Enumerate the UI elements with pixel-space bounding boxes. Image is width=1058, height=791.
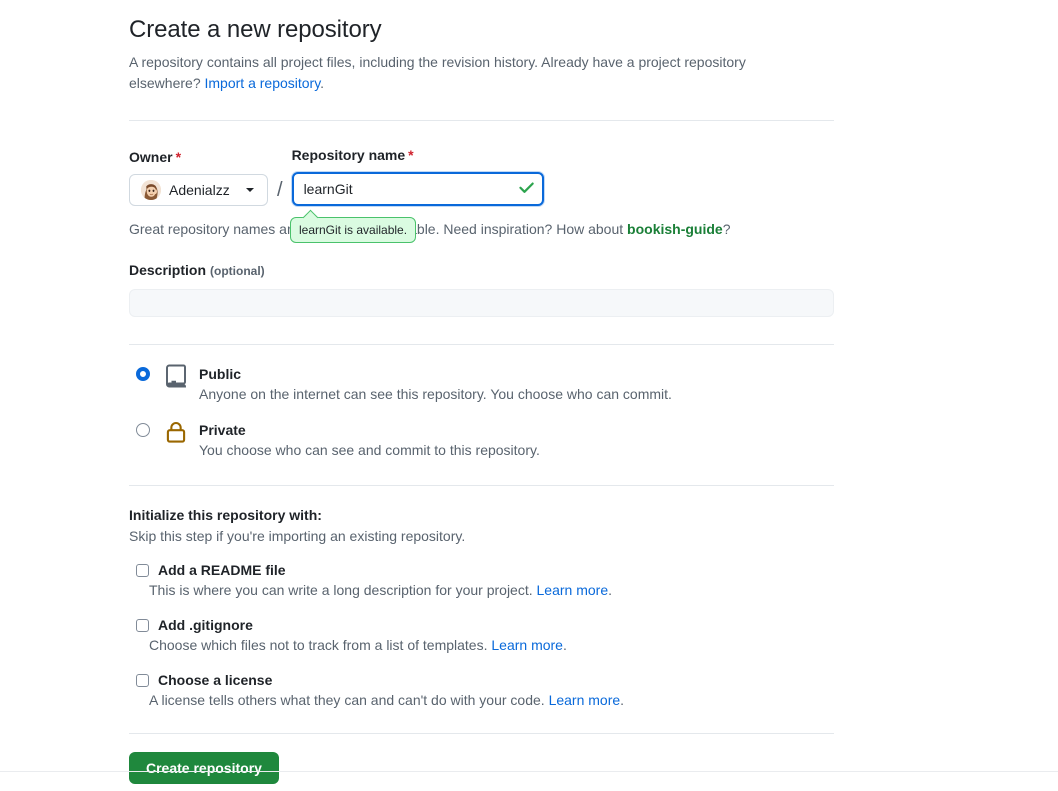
suggested-name-link[interactable]: bookish-guide — [627, 221, 723, 237]
lock-icon — [164, 420, 188, 449]
footer-divider — [0, 771, 1058, 772]
readme-description: This is where you can write a long descr… — [149, 580, 835, 601]
description-field-group: Description (optional) — [129, 262, 835, 317]
initialize-group: Initialize this repository with: Skip th… — [129, 505, 835, 711]
repository-name-hint-suffix: ? — [722, 221, 731, 237]
initialize-title: Initialize this repository with: — [129, 507, 322, 523]
repository-name-field-group: Repository name * — [291, 147, 544, 206]
owner-required-asterisk: * — [175, 149, 182, 165]
visibility-private-text: Private You choose who can see and commi… — [199, 420, 540, 461]
page-subtitle: A repository contains all project files,… — [129, 52, 789, 94]
license-description-period: . — [620, 692, 625, 708]
import-repository-link[interactable]: Import a repository — [205, 75, 321, 91]
owner-name-separator: / — [277, 179, 283, 201]
visibility-option-public[interactable]: Public Anyone on the internet can see th… — [129, 364, 835, 405]
readme-description-text: This is where you can write a long descr… — [149, 582, 537, 598]
avatar — [141, 180, 161, 200]
divider-visibility — [129, 485, 834, 486]
initialize-subtitle: Skip this step if you're importing an ex… — [129, 528, 466, 544]
gitignore-label: Add .gitignore — [158, 617, 253, 633]
owner-label-text: Owner — [129, 149, 173, 165]
availability-tooltip: learnGit is available. — [290, 217, 417, 243]
gitignore-learn-more-link[interactable]: Learn more — [491, 637, 563, 653]
readme-learn-more-link[interactable]: Learn more — [537, 582, 609, 598]
visibility-public-title: Public — [199, 366, 242, 382]
owner-name-label: Adenialzz — [169, 182, 230, 198]
page-subtitle-period: . — [320, 75, 325, 91]
owner-select-button[interactable]: Adenialzz — [129, 174, 268, 206]
visibility-option-private[interactable]: Private You choose who can see and commi… — [129, 420, 835, 461]
visibility-public-text: Public Anyone on the internet can see th… — [199, 364, 672, 405]
license-label: Choose a license — [158, 672, 273, 688]
radio-public[interactable] — [136, 367, 150, 381]
repository-name-input-wrap — [291, 172, 544, 206]
initialize-item-license[interactable]: Choose a license A license tells others … — [129, 671, 835, 711]
repository-name-input[interactable] — [291, 172, 544, 206]
divider-description — [129, 344, 834, 345]
gitignore-description: Choose which files not to track from a l… — [149, 635, 835, 656]
divider-initialize — [129, 733, 834, 734]
license-description-text: A license tells others what they can and… — [149, 692, 549, 708]
checkbox-choose-license[interactable] — [136, 673, 149, 687]
license-learn-more-link[interactable]: Learn more — [549, 692, 621, 708]
readme-checkbox-row[interactable]: Add a README file — [129, 561, 835, 579]
description-input[interactable] — [129, 289, 834, 317]
divider-header — [129, 120, 834, 121]
initialize-item-gitignore[interactable]: Add .gitignore Choose which files not to… — [129, 616, 835, 656]
create-repository-form: Create a new repository A repository con… — [129, 14, 835, 784]
page-title: Create a new repository — [129, 16, 382, 43]
visibility-private-title: Private — [199, 422, 246, 438]
owner-and-name-row: Owner * Adenialzz / Repository name * le… — [129, 147, 835, 206]
chevron-down-icon — [246, 188, 254, 192]
visibility-private-desc: You choose who can see and commit to thi… — [199, 442, 540, 458]
create-repository-page: Create a new repository A repository con… — [0, 0, 1058, 791]
license-description: A license tells others what they can and… — [149, 690, 835, 711]
readme-description-period: . — [608, 582, 612, 598]
repository-name-label-text: Repository name — [291, 147, 406, 163]
gitignore-description-text: Choose which files not to track from a l… — [149, 637, 492, 653]
visibility-public-desc: Anyone on the internet can see this repo… — [199, 386, 672, 402]
radio-private[interactable] — [136, 423, 150, 437]
create-repository-button[interactable]: Create repository — [129, 752, 279, 784]
license-checkbox-row[interactable]: Choose a license — [129, 671, 835, 689]
checkbox-add-readme[interactable] — [136, 563, 149, 577]
repository-name-hint: Great repository names are short and mem… — [129, 217, 835, 243]
checkbox-add-gitignore[interactable] — [136, 618, 149, 632]
visibility-group: Public Anyone on the internet can see th… — [129, 364, 835, 461]
repository-name-required-asterisk: * — [408, 147, 414, 163]
owner-label: Owner * — [129, 149, 268, 166]
description-optional-note: (optional) — [210, 264, 265, 278]
description-label: Description — [129, 262, 207, 278]
repo-icon — [164, 364, 188, 393]
gitignore-checkbox-row[interactable]: Add .gitignore — [129, 616, 835, 634]
readme-label: Add a README file — [158, 562, 286, 578]
owner-field-group: Owner * Adenialzz — [129, 149, 268, 206]
gitignore-description-period: . — [562, 637, 567, 653]
initialize-item-readme[interactable]: Add a README file This is where you can … — [129, 561, 835, 601]
repository-name-label: Repository name * — [292, 147, 544, 164]
submit-area: Create repository — [129, 752, 835, 784]
